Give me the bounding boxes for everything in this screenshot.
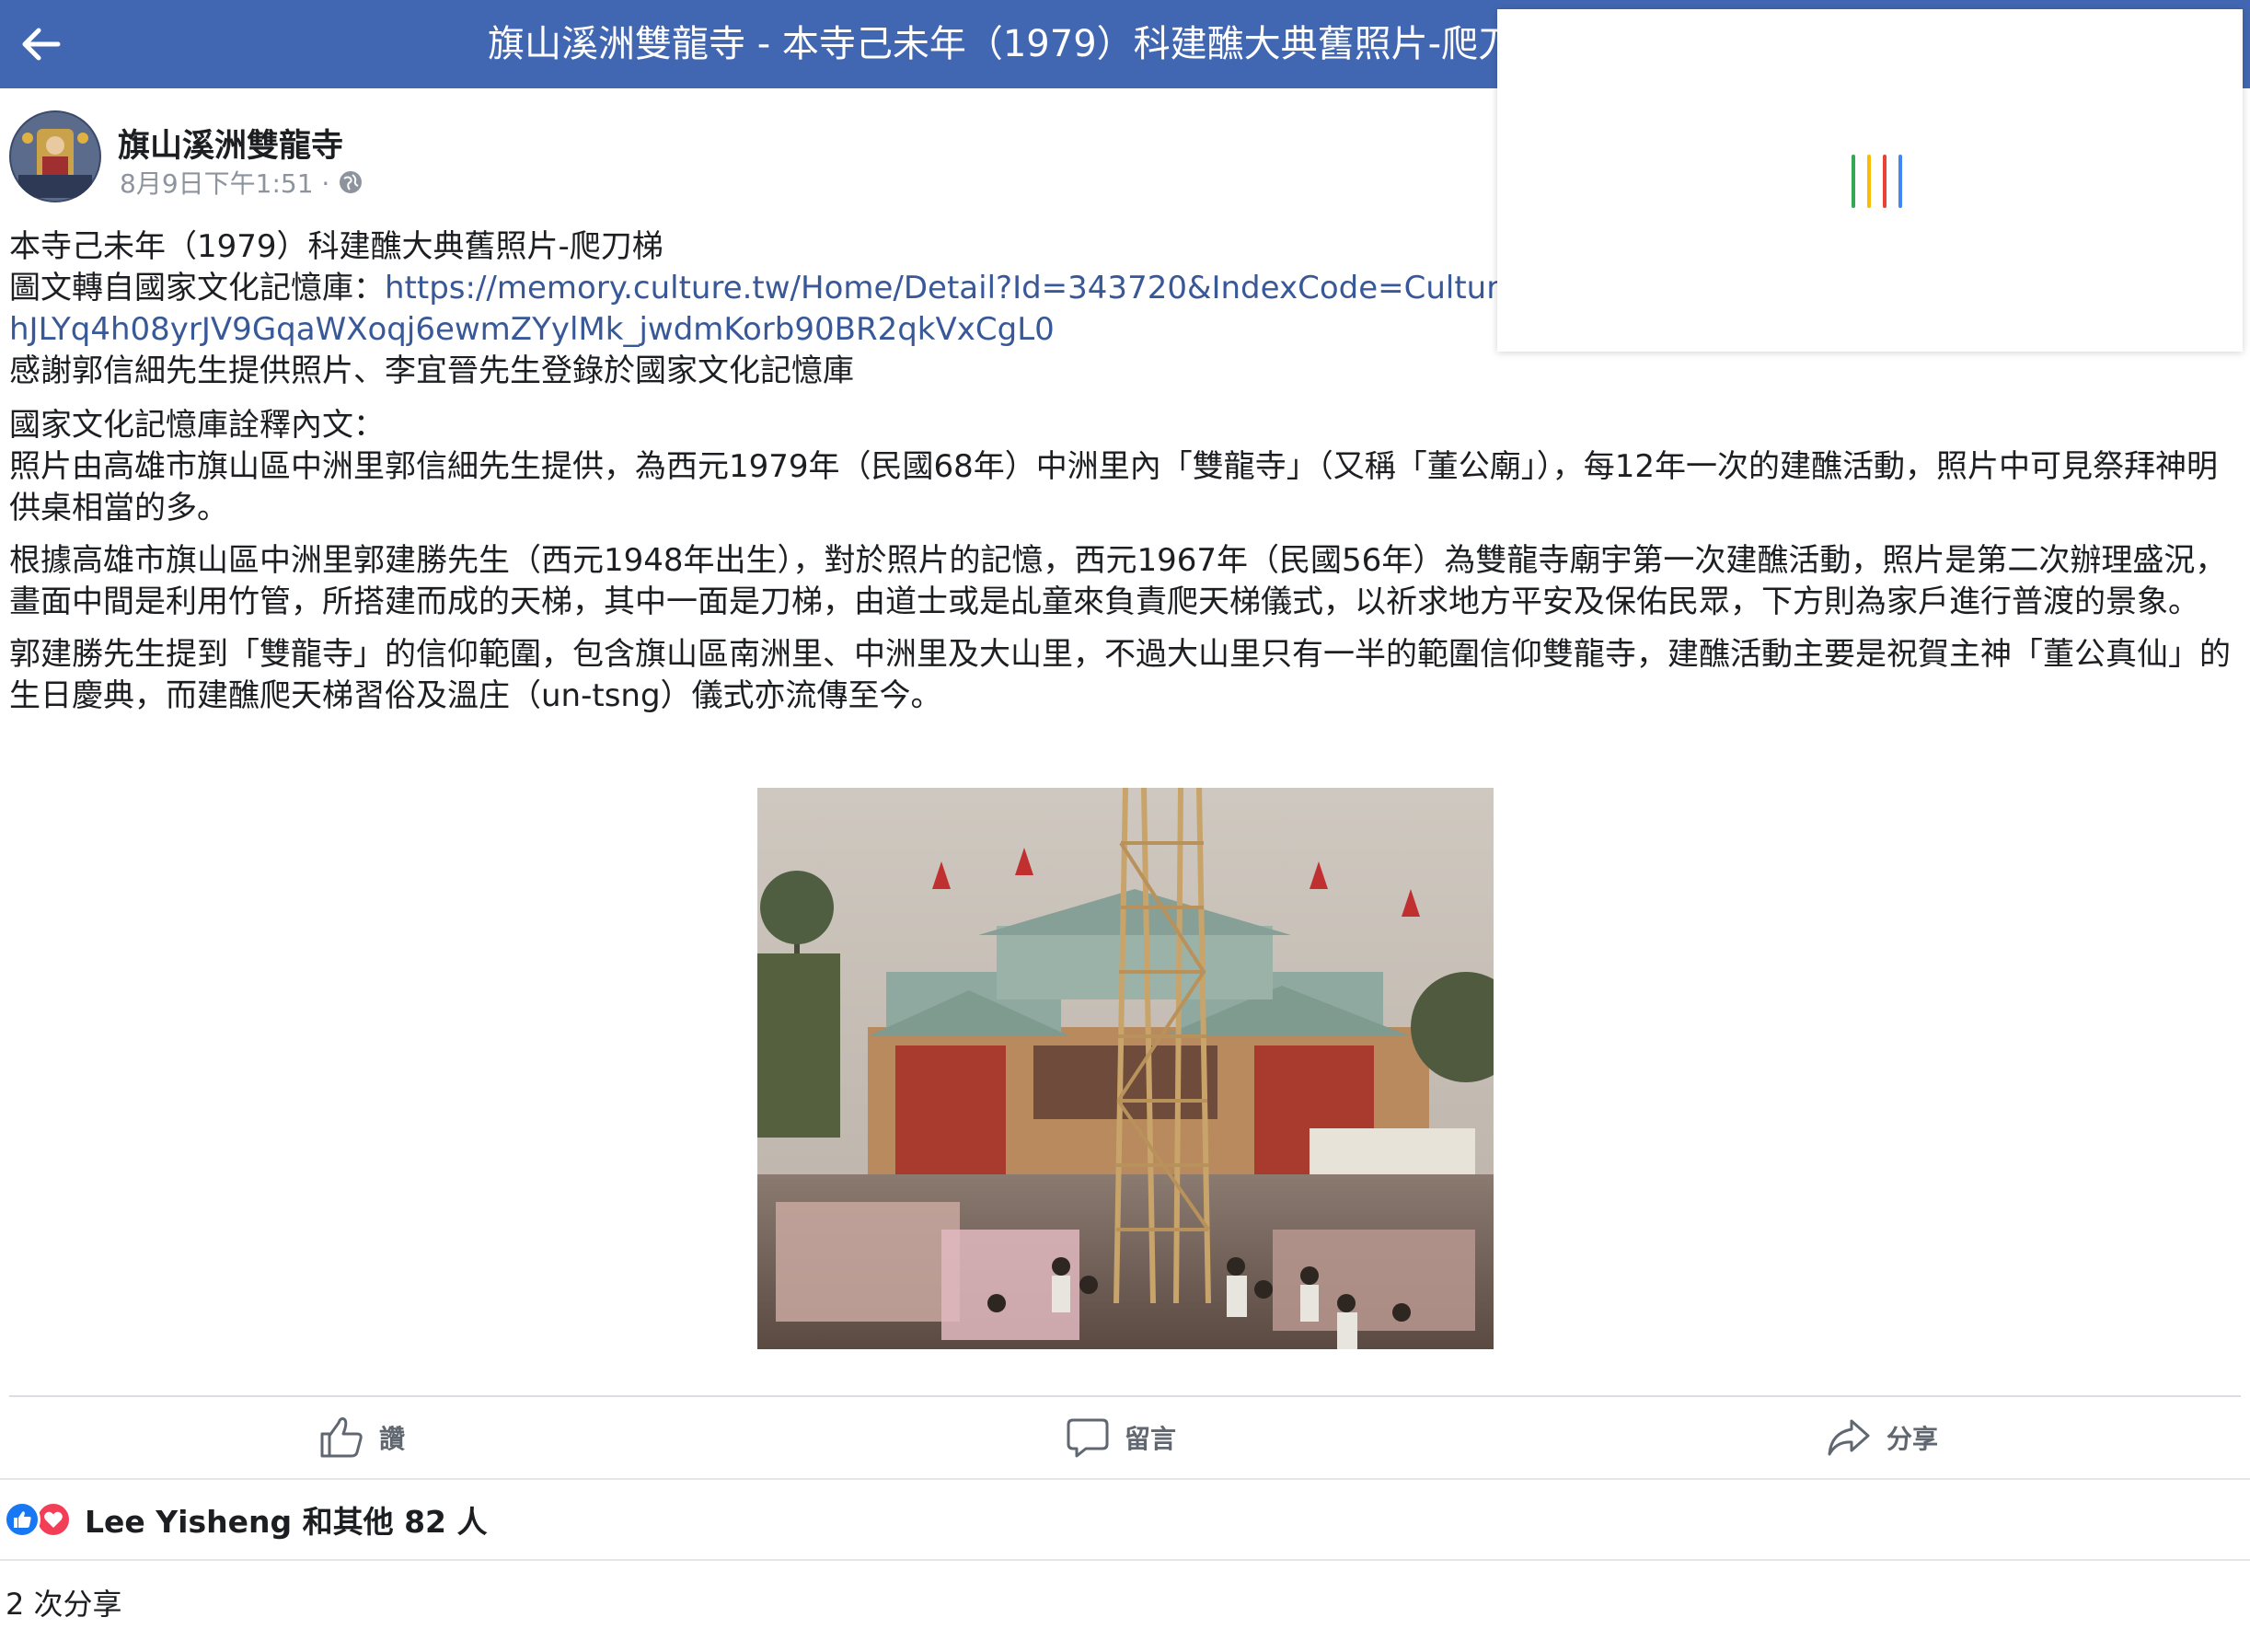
source-prefix: 圖文轉自國家文化記憶庫：: [9, 270, 385, 306]
reaction-love-icon: [35, 1501, 72, 1538]
share-count[interactable]: 2 次分享: [6, 1581, 122, 1623]
page: 旗山溪洲雙龍寺 - 本寺己未年（1979）科建醮大典舊照片-爬刀梯 旗山溪洲雙龍…: [0, 0, 2250, 1652]
share-icon: [1828, 1419, 1870, 1456]
post-timestamp[interactable]: 8月9日下午1:51 ·: [120, 164, 329, 201]
post-photo[interactable]: [757, 788, 1494, 1349]
share-label: 分享: [1887, 1424, 1939, 1454]
like-label: 讚: [379, 1424, 406, 1454]
share-button[interactable]: 分享: [1826, 1397, 1938, 1478]
back-button[interactable]: [13, 17, 68, 72]
page-name[interactable]: 旗山溪洲雙龍寺: [118, 120, 343, 167]
loading-spinner: [1824, 147, 1916, 216]
like-icon: [320, 1417, 363, 1458]
reaction-like-icon: [4, 1501, 40, 1538]
page-avatar[interactable]: [9, 110, 101, 202]
paragraph-3: 郭建勝先生提到「雙龍寺」的信仰範圍，包含旗山區南洲里、中洲里及大山里，不過大山里…: [9, 636, 2231, 714]
paragraph-2: 根據高雄市旗山區中洲里郭建勝先生（西元1948年出生），對於照片的記憶，西元19…: [9, 542, 2227, 620]
back-arrow-icon: [22, 28, 61, 61]
comment-button[interactable]: 留言: [1066, 1397, 1176, 1478]
page-title: 旗山溪洲雙龍寺 - 本寺己未年（1979）科建醮大典舊照片-爬刀梯: [488, 23, 1500, 65]
paragraph-1: 照片由高雄市旗山區中洲里郭信細先生提供，為西元1979年（民國68年）中洲里內「…: [9, 448, 2219, 526]
divider: [0, 1478, 2250, 1480]
action-bar: 讚 留言 分享: [9, 1395, 2241, 1480]
loading-popup: [1497, 9, 2243, 352]
thanks-line: 感謝郭信細先生提供照片、李宜晉先生登錄於國家文化記憶庫: [9, 352, 854, 389]
reactions-text: Lee Yisheng 和其他 82 人: [85, 1504, 488, 1540]
like-button[interactable]: 讚: [318, 1397, 405, 1478]
globe-icon: [340, 171, 363, 193]
divider: [0, 1559, 2250, 1561]
source-link[interactable]: https://memory.culture.tw/Home/Detail?Id…: [385, 270, 1606, 306]
reactions-summary[interactable]: Lee Yisheng 和其他 82 人: [4, 1498, 488, 1541]
comment-icon: [1067, 1418, 1109, 1458]
post-meta: 8月9日下午1:51 ·: [120, 164, 363, 201]
comment-label: 留言: [1125, 1424, 1177, 1454]
annotation-heading: 國家文化記憶庫詮釋內文：: [9, 407, 385, 444]
